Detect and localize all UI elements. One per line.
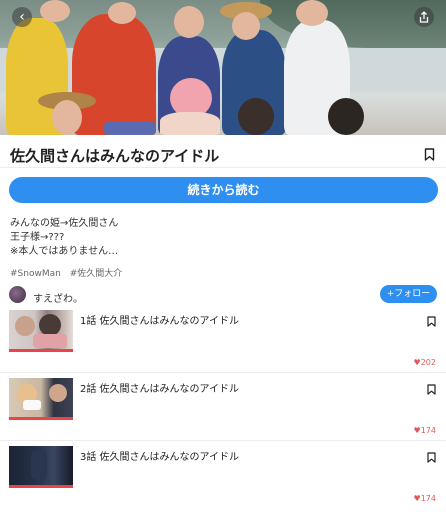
follow-button[interactable]: +フォロー (380, 285, 437, 303)
thumbnail-accent-bar (9, 349, 73, 352)
person-head (296, 0, 328, 26)
episode-likes: ♥202 (413, 358, 436, 367)
divider (0, 440, 446, 441)
bookmark-icon (427, 384, 436, 395)
bookmark-button[interactable] (424, 146, 435, 165)
bookmark-icon (427, 452, 436, 463)
cover-image: ‹ (0, 0, 446, 135)
episode-likes: ♥174 (413, 494, 436, 503)
episode-thumbnail (9, 378, 73, 420)
share-icon (419, 11, 429, 23)
episode-item[interactable]: 2話 佐久間さんはみんなのアイドル ♥174 (0, 378, 446, 446)
person-figure (72, 14, 156, 135)
person-head (232, 12, 260, 40)
share-button[interactable] (414, 7, 434, 27)
blue-object (104, 122, 156, 135)
person-head (328, 98, 364, 135)
author-name[interactable]: すえざわ。 (33, 290, 83, 305)
continue-reading-button[interactable]: 続きから読む (9, 177, 438, 203)
person-head (238, 98, 274, 135)
bookmark-icon (427, 316, 436, 327)
tag-link[interactable]: #佐久間大介 (70, 269, 123, 279)
episode-item[interactable]: 1話 佐久間さんはみんなのアイドル ♥202 (0, 310, 446, 378)
tag-list: #SnowMan #佐久間大介 (10, 266, 128, 279)
episode-thumbnail (9, 446, 73, 488)
episode-bookmark-button[interactable] (427, 380, 436, 399)
back-button[interactable]: ‹ (12, 7, 32, 27)
divider (0, 372, 446, 373)
person-head (40, 0, 70, 22)
person-head (174, 6, 204, 38)
thumbnail-accent-bar (9, 417, 73, 420)
person-head (52, 100, 82, 135)
episode-title: 3話 佐久間さんはみんなのアイドル (80, 452, 240, 463)
tag-link[interactable]: #SnowMan (10, 269, 61, 279)
bookmark-icon (424, 148, 435, 161)
series-title: 佐久間さんはみんなのアイドル (10, 147, 220, 165)
chevron-left-icon: ‹ (19, 9, 25, 25)
episode-bookmark-button[interactable] (427, 312, 436, 331)
episode-title: 2話 佐久間さんはみんなのアイドル (80, 384, 240, 395)
person-head (108, 2, 136, 24)
episode-bookmark-button[interactable] (427, 448, 436, 467)
person-figure (160, 112, 220, 135)
episode-likes: ♥174 (413, 426, 436, 435)
series-description: みんなの姫→佐久間さん 王子様→??? ※本人ではありません… (10, 218, 119, 257)
episode-title: 1話 佐久間さんはみんなのアイドル (80, 316, 240, 327)
episode-item[interactable]: 3話 佐久間さんはみんなのアイドル ♥174 (0, 446, 446, 512)
episode-thumbnail (9, 310, 73, 352)
author-avatar[interactable] (9, 286, 26, 303)
thumbnail-accent-bar (9, 485, 73, 488)
divider (0, 167, 446, 168)
